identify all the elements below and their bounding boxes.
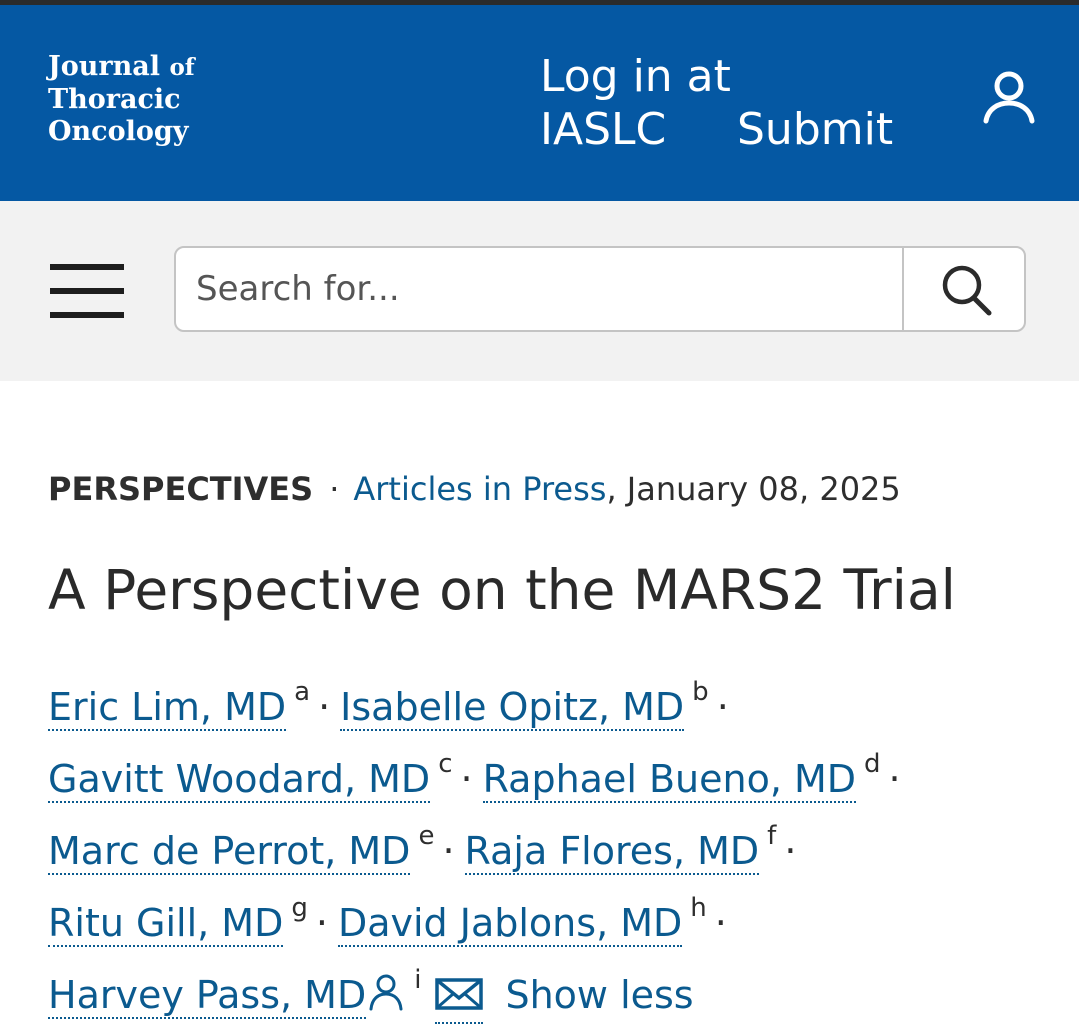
affiliation-marker[interactable]: f xyxy=(759,821,776,851)
person-icon xyxy=(369,974,403,1011)
author-line: Eric Lim, MD a · Isabelle Opitz, MD b · xyxy=(48,665,1048,737)
login-link[interactable]: Log in at IASLC xyxy=(540,50,740,156)
submit-link[interactable]: Submit xyxy=(737,103,893,156)
site-header: Journal of Thoracic Oncology Log in at I… xyxy=(0,5,1079,201)
hamburger-menu-icon[interactable] xyxy=(50,264,124,318)
email-author-link[interactable] xyxy=(435,968,484,1024)
logo-line-3: Oncology xyxy=(48,116,189,147)
author-separator: · xyxy=(784,829,797,873)
author-line: Marc de Perrot, MD e · Raja Flores, MD f · xyxy=(48,809,1048,881)
author-separator: · xyxy=(460,757,473,801)
affiliation-marker[interactable]: c xyxy=(430,749,452,779)
search-icon xyxy=(942,265,992,316)
affiliation-marker[interactable]: b xyxy=(684,677,709,707)
author-separator: · xyxy=(442,829,455,873)
affiliation-marker[interactable]: a xyxy=(286,677,310,707)
logo-line-2: Thoracic xyxy=(48,84,181,115)
issue-link[interactable]: Articles in Press xyxy=(353,470,606,508)
envelope-icon xyxy=(435,978,484,1010)
author-line: Gavitt Woodard, MD c · Raphael Bueno, MD d · xyxy=(48,737,1048,809)
meta-separator: · xyxy=(329,470,340,508)
publication-date: , January 08, 2025 xyxy=(606,470,901,508)
affiliation-marker[interactable]: e xyxy=(410,821,434,851)
affiliation-marker[interactable]: h xyxy=(682,893,706,923)
author-separator: · xyxy=(714,901,727,945)
author-line: Ritu Gill, MD g · David Jablons, MD h · xyxy=(48,881,1048,953)
author-separator: · xyxy=(318,685,331,729)
author-link[interactable]: Eric Lim, MD xyxy=(48,685,287,731)
affiliation-marker[interactable]: d xyxy=(856,749,881,779)
author-link[interactable]: Gavitt Woodard, MD xyxy=(48,757,431,803)
search-box xyxy=(174,246,1026,332)
user-icon xyxy=(983,71,1035,124)
affiliation-marker[interactable]: g xyxy=(283,893,308,923)
author-separator: · xyxy=(888,757,901,801)
article-meta: PERSPECTIVES · Articles in Press, January … xyxy=(48,467,901,511)
article-type: PERSPECTIVES xyxy=(48,470,314,508)
author-link[interactable]: Ritu Gill, MD xyxy=(48,901,284,947)
author-link[interactable]: Raphael Bueno, MD xyxy=(482,757,857,803)
user-account-button[interactable] xyxy=(980,69,1038,129)
logo-of: of xyxy=(169,54,195,81)
author-separator: · xyxy=(315,901,328,945)
article-title: A Perspective on the MARS2 Trial xyxy=(48,558,956,622)
author-link[interactable]: Marc de Perrot, MD xyxy=(48,829,411,875)
search-input[interactable] xyxy=(176,248,904,330)
author-link[interactable]: Isabelle Opitz, MD xyxy=(340,685,685,731)
search-bar xyxy=(0,201,1079,381)
search-button[interactable] xyxy=(902,248,1024,330)
author-link[interactable]: Raja Flores, MD xyxy=(464,829,760,875)
logo-line-1: Journal xyxy=(48,51,161,82)
affiliation-marker[interactable]: i xyxy=(406,965,421,995)
author-line: Harvey Pass, MD i Show less xyxy=(48,953,1048,1025)
author-link[interactable]: David Jablons, MD xyxy=(337,901,683,947)
show-less-button[interactable]: Show less xyxy=(505,973,693,1017)
journal-logo[interactable]: Journal of Thoracic Oncology xyxy=(48,51,195,148)
author-link[interactable]: Harvey Pass, MD xyxy=(48,973,367,1019)
author-list: Eric Lim, MD a · Isabelle Opitz, MD b · Gavit… xyxy=(48,665,1048,1025)
author-separator: · xyxy=(716,685,729,729)
